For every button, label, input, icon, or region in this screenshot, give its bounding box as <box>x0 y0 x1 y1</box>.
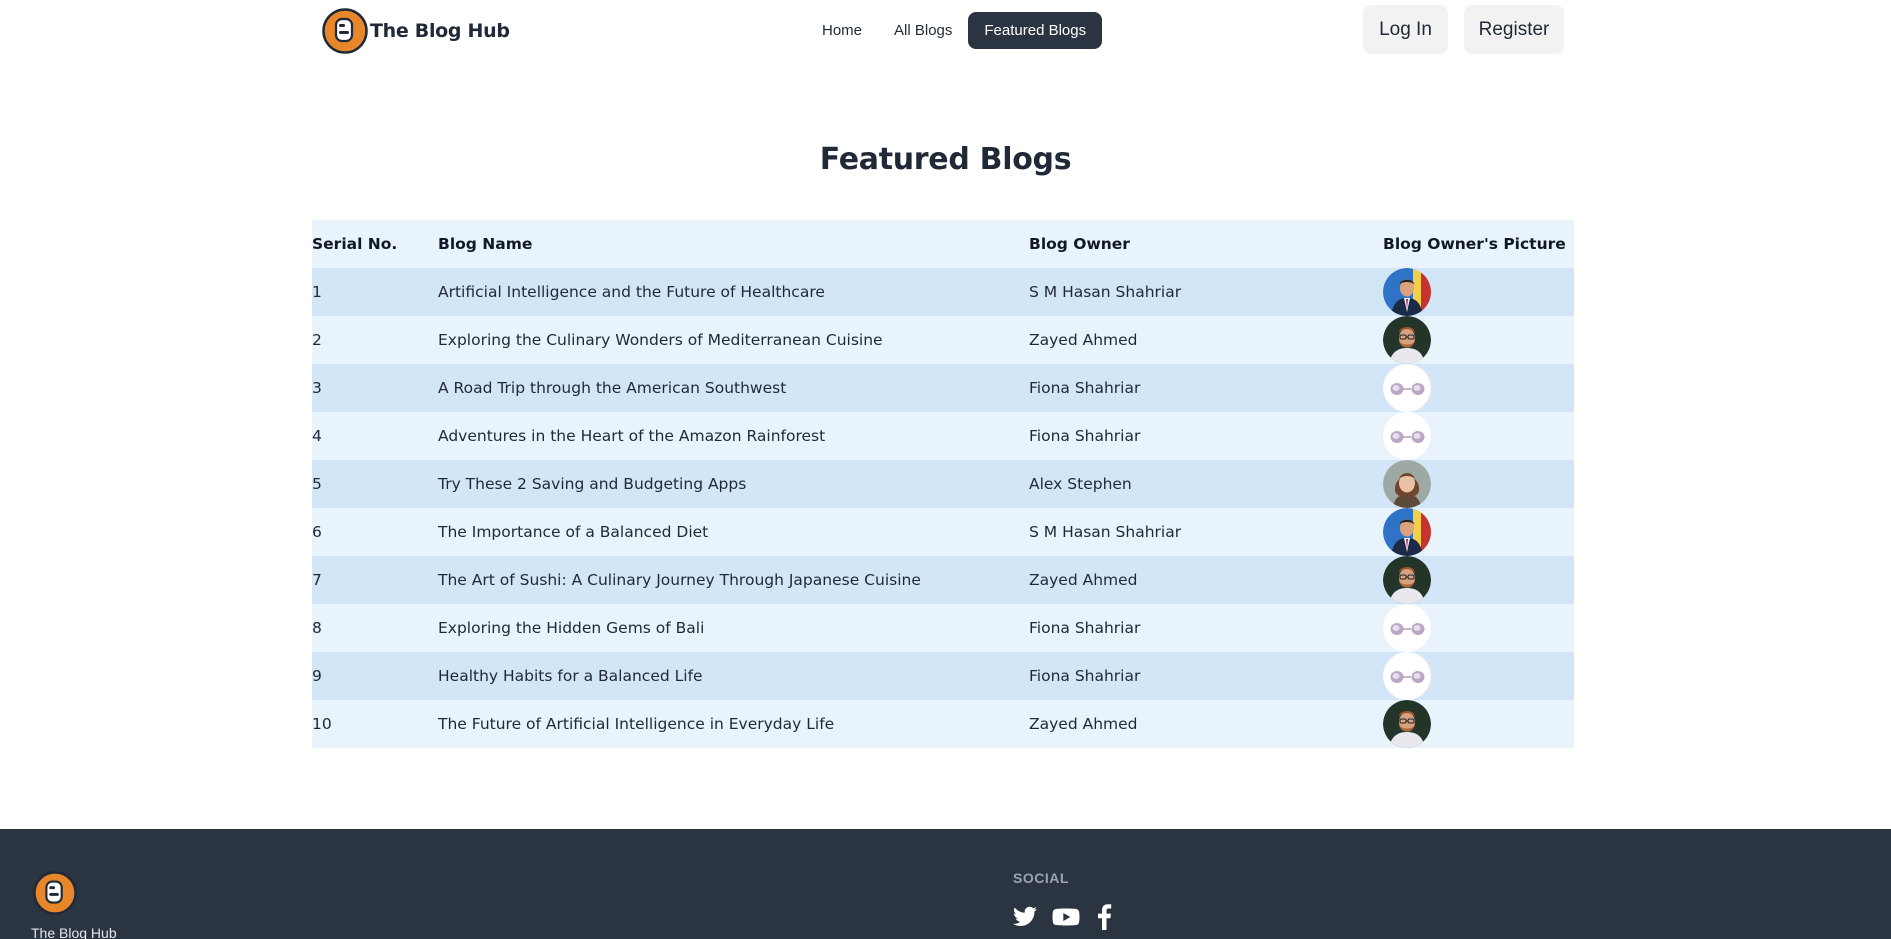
cell-serial: 8 <box>312 619 322 637</box>
fiona-avatar <box>1383 364 1431 412</box>
cell-serial: 6 <box>312 523 322 541</box>
table-row[interactable]: 6 The Importance of a Balanced Diet S M Ha… <box>312 508 1574 556</box>
cell-owner-picture <box>1383 268 1574 316</box>
header-blog-owner: Blog Owner <box>1029 235 1130 253</box>
hasan-avatar <box>1383 508 1431 556</box>
cell-serial: 4 <box>312 427 322 445</box>
table-row[interactable]: 5 Try These 2 Saving and Budgeting Apps Al… <box>312 460 1574 508</box>
cell-blog-name[interactable]: Try These 2 Saving and Budgeting Apps <box>438 460 1029 508</box>
navbar: The Blog Hub Home All Blogs Featured Blo… <box>0 0 1891 62</box>
cell-owner-picture <box>1383 316 1574 364</box>
cell-blog-owner: Alex Stephen <box>1029 475 1132 493</box>
cell-owner-picture <box>1383 556 1574 604</box>
cell-serial: 5 <box>312 475 322 493</box>
cell-blog-name[interactable]: Exploring the Hidden Gems of Bali <box>438 604 1029 652</box>
cell-blog-owner: S M Hasan Shahriar <box>1029 283 1182 301</box>
cell-blog-owner: Fiona Shahriar <box>1029 427 1141 445</box>
brand-name: The Blog Hub <box>370 20 510 42</box>
header-owner-picture: Blog Owner's Picture <box>1383 235 1566 253</box>
table-row[interactable]: 1 Artificial Intelligence and the Future … <box>312 268 1574 316</box>
footer-brand-name: The Blog Hub <box>31 925 117 939</box>
fiona-avatar <box>1383 652 1431 700</box>
table-row[interactable]: 4 Adventures in the Heart of the Amazon R… <box>312 412 1574 460</box>
cell-blog-owner: Zayed Ahmed <box>1029 571 1138 589</box>
cell-blog-name[interactable]: A Road Trip through the American Southwe… <box>438 364 1029 412</box>
cell-blog-owner: Zayed Ahmed <box>1029 331 1138 349</box>
fiona-avatar <box>1383 604 1431 652</box>
table-row[interactable]: 2 Exploring the Culinary Wonders of Medit… <box>312 316 1574 364</box>
table-header-row: Serial No. Blog Name Blog Owner Blog Own… <box>312 220 1574 268</box>
cell-blog-name[interactable]: Adventures in the Heart of the Amazon Ra… <box>438 412 1029 460</box>
cell-blog-name[interactable]: Healthy Habits for a Balanced Life <box>438 652 1029 700</box>
page: The Blog Hub Home All Blogs Featured Blo… <box>0 0 1891 939</box>
table-row[interactable]: 10 The Future of Artificial Intelligence … <box>312 700 1574 748</box>
table-row[interactable]: 7 The Art of Sushi: A Culinary Journey Th… <box>312 556 1574 604</box>
cell-blog-owner: Fiona Shahriar <box>1029 667 1141 685</box>
cell-serial: 9 <box>312 667 322 685</box>
cell-serial: 2 <box>312 331 322 349</box>
cell-owner-picture <box>1383 412 1574 460</box>
hasan-avatar <box>1383 268 1431 316</box>
cell-serial: 1 <box>312 283 322 301</box>
page-title: Featured Blogs <box>819 142 1072 177</box>
cell-owner-picture <box>1383 604 1574 652</box>
social-heading: SOCIAL <box>1013 870 1069 886</box>
login-button[interactable]: Log In <box>1363 5 1448 54</box>
zayed-avatar <box>1383 556 1431 604</box>
facebook-icon[interactable] <box>1094 904 1114 930</box>
cell-owner-picture <box>1383 460 1574 508</box>
cell-owner-picture <box>1383 508 1574 556</box>
register-button[interactable]: Register <box>1464 5 1564 54</box>
social-links <box>1012 904 1114 930</box>
cell-owner-picture <box>1383 652 1574 700</box>
fiona-avatar <box>1383 412 1431 460</box>
header-serial: Serial No. <box>312 235 398 253</box>
brand[interactable]: The Blog Hub <box>322 8 510 54</box>
cell-blog-name[interactable]: The Future of Artificial Intelligence in… <box>438 700 1029 748</box>
blogger-logo-icon[interactable] <box>33 871 77 915</box>
cell-serial: 3 <box>312 379 322 397</box>
nav-all-blogs[interactable]: All Blogs <box>878 12 968 49</box>
cell-serial: 7 <box>312 571 322 589</box>
table-body: 1 Artificial Intelligence and the Future … <box>312 268 1574 748</box>
table-row[interactable]: 8 Exploring the Hidden Gems of Bali Fiona … <box>312 604 1574 652</box>
zayed-avatar <box>1383 316 1431 364</box>
cell-blog-owner: Fiona Shahriar <box>1029 379 1141 397</box>
cell-blog-name[interactable]: Exploring the Culinary Wonders of Medite… <box>438 316 1029 364</box>
blogger-logo-icon <box>322 8 368 54</box>
table-row[interactable]: 9 Healthy Habits for a Balanced Life Fiona… <box>312 652 1574 700</box>
cell-blog-owner: Fiona Shahriar <box>1029 619 1141 637</box>
cell-blog-name[interactable]: Artificial Intelligence and the Future o… <box>438 268 1029 316</box>
nav-featured-blogs[interactable]: Featured Blogs <box>968 12 1103 49</box>
nav-home[interactable]: Home <box>806 12 878 49</box>
twitter-icon[interactable] <box>1012 904 1038 930</box>
alex-avatar <box>1383 460 1431 508</box>
table-row[interactable]: 3 A Road Trip through the American Southw… <box>312 364 1574 412</box>
cell-blog-name[interactable]: The Art of Sushi: A Culinary Journey Thr… <box>438 556 1029 604</box>
footer: The Blog Hub SOCIAL <box>0 829 1891 939</box>
cell-blog-owner: S M Hasan Shahriar <box>1029 523 1182 541</box>
cell-owner-picture <box>1383 364 1574 412</box>
featured-blogs-table: Serial No. Blog Name Blog Owner Blog Own… <box>312 220 1574 748</box>
youtube-icon[interactable] <box>1052 904 1080 930</box>
header-blog-name: Blog Name <box>438 235 533 253</box>
cell-blog-owner: Zayed Ahmed <box>1029 715 1138 733</box>
main-nav: Home All Blogs Featured Blogs <box>806 12 1103 49</box>
cell-serial: 10 <box>312 715 332 733</box>
cell-owner-picture <box>1383 700 1574 748</box>
cell-blog-name[interactable]: The Importance of a Balanced Diet <box>438 508 1029 556</box>
zayed-avatar <box>1383 700 1431 748</box>
